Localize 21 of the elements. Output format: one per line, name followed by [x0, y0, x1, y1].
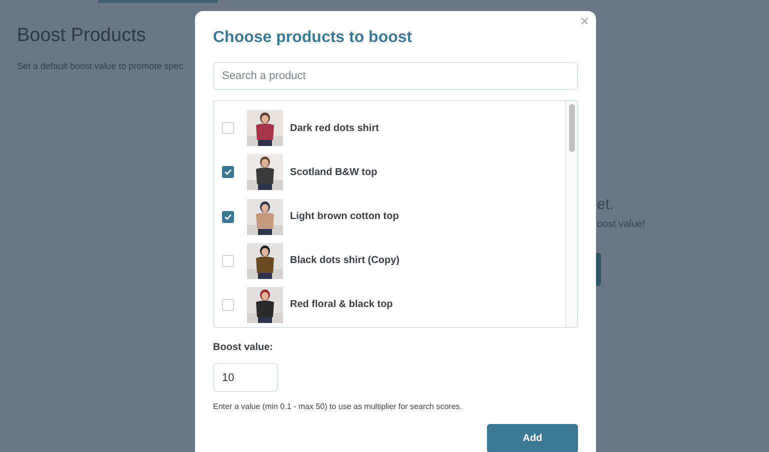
scrollbar[interactable]: [565, 101, 577, 327]
checkbox[interactable]: [222, 254, 234, 267]
check-icon: [224, 168, 232, 176]
page-subtitle: Set a default boost value to promote spec: [17, 60, 184, 73]
check-icon: [224, 212, 232, 220]
page-title: Boost Products: [17, 24, 146, 48]
help-text: Enter a value (min 0.1 - max 50) to use as multiplier for search scores.: [213, 401, 463, 413]
checkbox[interactable]: [222, 210, 234, 222]
product-name[interactable]: Black dots shirt (Copy): [290, 253, 400, 268]
add-button[interactable]: Add: [487, 424, 578, 452]
search-field[interactable]: Search a product: [213, 62, 578, 90]
checkbox[interactable]: [222, 166, 234, 178]
boost-label: Boost value:: [213, 341, 274, 355]
checkbox[interactable]: [222, 298, 234, 311]
product-name[interactable]: Dark red dots shirt: [290, 120, 379, 136]
checkbox[interactable]: [222, 122, 234, 134]
product-name[interactable]: Red floral & black top: [290, 297, 393, 312]
product-name[interactable]: Light brown cotton top: [290, 209, 399, 224]
boost-value-field[interactable]: 10: [213, 363, 278, 392]
dialog-title: Choose products to boost: [213, 28, 414, 48]
product-name[interactable]: Scotland B&W top: [290, 164, 378, 180]
